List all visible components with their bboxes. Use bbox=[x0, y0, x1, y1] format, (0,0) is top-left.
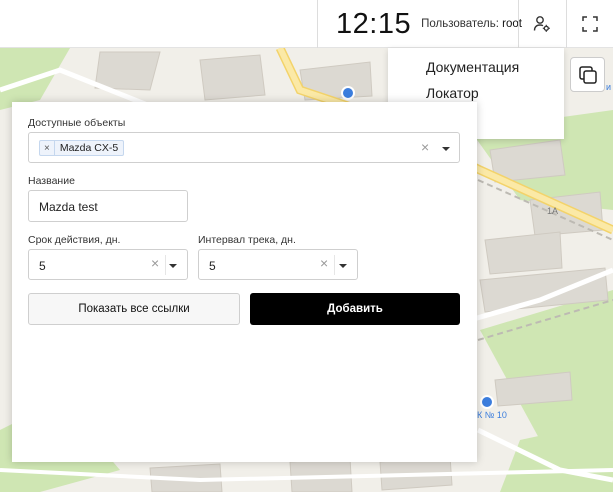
validity-value: 5 bbox=[39, 259, 46, 273]
validity-separator bbox=[165, 255, 166, 275]
interval-clear-icon[interactable]: × bbox=[320, 255, 328, 271]
map-label: 1А bbox=[547, 206, 559, 216]
user-info: Пользователь: root bbox=[421, 18, 522, 30]
objects-clear-icon[interactable]: × bbox=[421, 139, 429, 155]
validity-label: Срок действия, дн. bbox=[28, 234, 121, 246]
interval-label: Интервал трека, дн. bbox=[198, 234, 296, 246]
add-button[interactable]: Добавить bbox=[250, 293, 460, 325]
objects-chevron-down-icon[interactable] bbox=[442, 147, 450, 151]
map-poi-icon[interactable] bbox=[480, 395, 494, 409]
selected-object-tag: × Mazda CX-5 bbox=[39, 140, 125, 156]
menu-item-locator[interactable]: Локатор bbox=[426, 85, 479, 101]
map-label: и bbox=[606, 82, 612, 92]
name-input[interactable]: Mazda test bbox=[28, 190, 188, 222]
user-settings-button[interactable] bbox=[518, 0, 565, 48]
interval-value: 5 bbox=[209, 259, 216, 273]
tag-label: Mazda CX-5 bbox=[59, 142, 119, 154]
layers-icon bbox=[578, 65, 597, 84]
objects-label: Доступные объекты bbox=[28, 117, 126, 129]
user-label: Пользователь: bbox=[421, 18, 499, 30]
validity-select[interactable]: 5 × bbox=[28, 249, 188, 280]
interval-separator bbox=[334, 255, 335, 275]
interval-chevron-down-icon[interactable] bbox=[339, 264, 347, 268]
map-label: К № 10 bbox=[477, 410, 507, 420]
validity-chevron-down-icon[interactable] bbox=[169, 264, 177, 268]
objects-multiselect[interactable]: × Mazda CX-5 × bbox=[28, 132, 460, 163]
interval-select[interactable]: 5 × bbox=[198, 249, 358, 280]
share-link-panel: Доступные объекты × Mazda CX-5 × Названи… bbox=[12, 102, 477, 462]
name-label: Название bbox=[28, 175, 75, 187]
fullscreen-icon bbox=[582, 16, 598, 32]
tag-remove-icon[interactable]: × bbox=[40, 141, 55, 155]
menu-item-documentation[interactable]: Документация bbox=[426, 59, 519, 75]
clock-user-group: 12:15 Пользователь: root bbox=[317, 0, 522, 48]
top-bar: 12:15 Пользователь: root bbox=[0, 0, 613, 48]
map-poi-icon[interactable] bbox=[341, 86, 355, 100]
clock: 12:15 bbox=[336, 7, 412, 40]
user-settings-icon bbox=[533, 16, 550, 32]
fullscreen-button[interactable] bbox=[566, 0, 613, 48]
show-all-links-button[interactable]: Показать все ссылки bbox=[28, 293, 240, 325]
validity-clear-icon[interactable]: × bbox=[151, 255, 159, 271]
name-input-value: Mazda test bbox=[39, 200, 98, 214]
map-layers-button[interactable] bbox=[570, 57, 605, 92]
